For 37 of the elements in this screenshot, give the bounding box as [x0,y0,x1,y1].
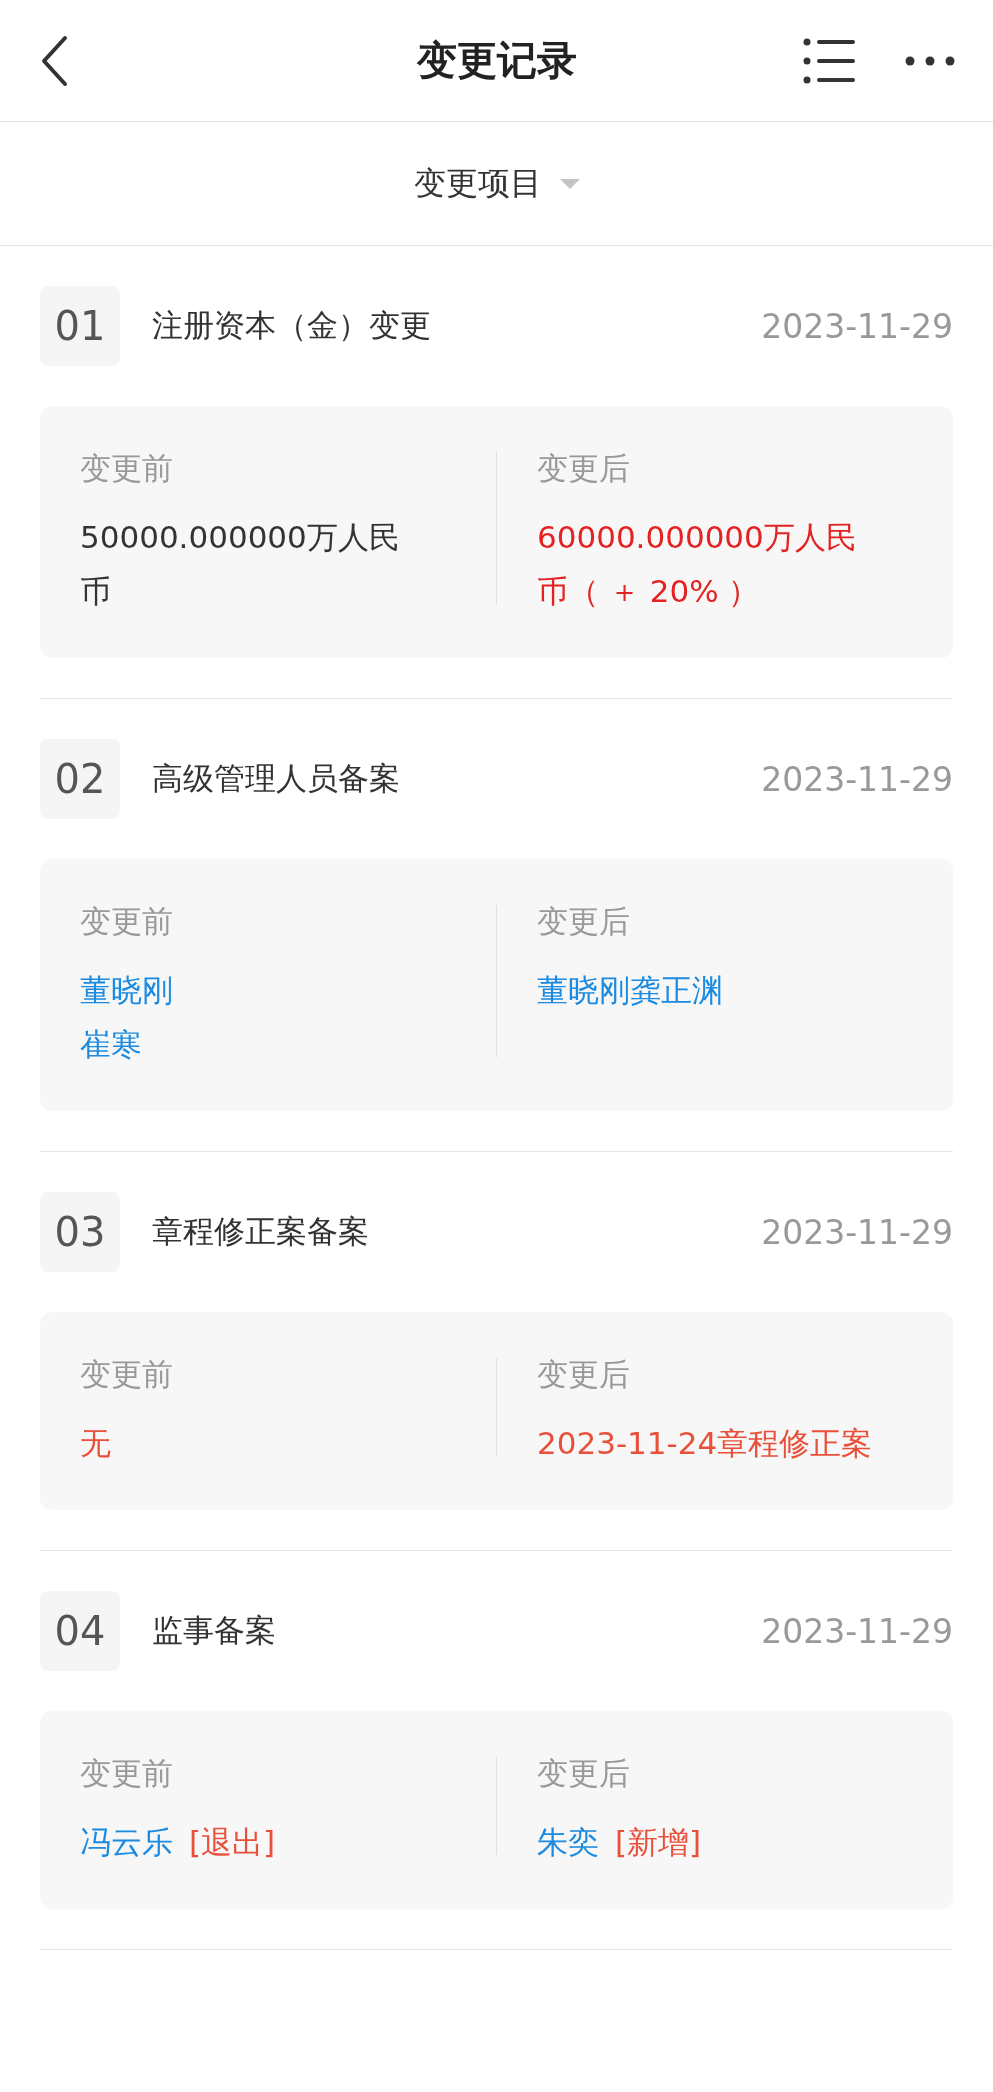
record-title: 章程修正案备案 [152,1212,370,1251]
person-link[interactable]: 崔寒 [80,1017,142,1071]
record-number: 03 [40,1192,120,1272]
page-title: 变更记录 [416,36,577,85]
record-number: 04 [40,1591,120,1671]
column-label: 变更前 [80,1355,173,1394]
status-tag: [退出] [189,1815,276,1869]
filter-dropdown[interactable]: 变更项目 [413,161,580,206]
record-date: 2023-11-29 [761,759,953,799]
record-date: 2023-11-29 [761,306,953,346]
caret-icon [559,178,580,189]
record-date: 2023-11-29 [761,1611,953,1651]
value-text: 无 [80,1424,111,1463]
back-icon[interactable] [40,34,68,87]
value-text: 2023-11-24章程修正案 [537,1424,873,1463]
column-label: 变更前 [80,1754,173,1793]
person-link[interactable]: 董晓刚龚正渊 [537,963,723,1017]
column-label: 变更后 [537,902,630,941]
record-title: 注册资本（金）变更 [152,306,432,345]
value-text: 60000.000000万人民币（ ＋ 20% ） [537,518,858,611]
column-label: 变更后 [537,449,630,488]
person-link[interactable]: 董晓刚 [80,963,173,1017]
record-number: 02 [40,739,120,819]
record-title: 监事备案 [152,1611,277,1650]
status-tag: [新增] [615,1815,702,1869]
record-number: 01 [40,286,120,366]
person-link[interactable]: 冯云乐 [80,1815,173,1869]
record-title: 高级管理人员备案 [152,759,401,798]
value-text: 50000.000000万人民币 [80,518,401,611]
column-label: 变更前 [80,449,173,488]
person-link[interactable]: 朱奕 [537,1815,599,1869]
record-date: 2023-11-29 [761,1212,953,1252]
list-icon[interactable] [803,37,855,84]
more-icon[interactable] [905,55,955,66]
column-label: 变更后 [537,1754,630,1793]
column-label: 变更前 [80,902,173,941]
column-label: 变更后 [537,1355,630,1394]
